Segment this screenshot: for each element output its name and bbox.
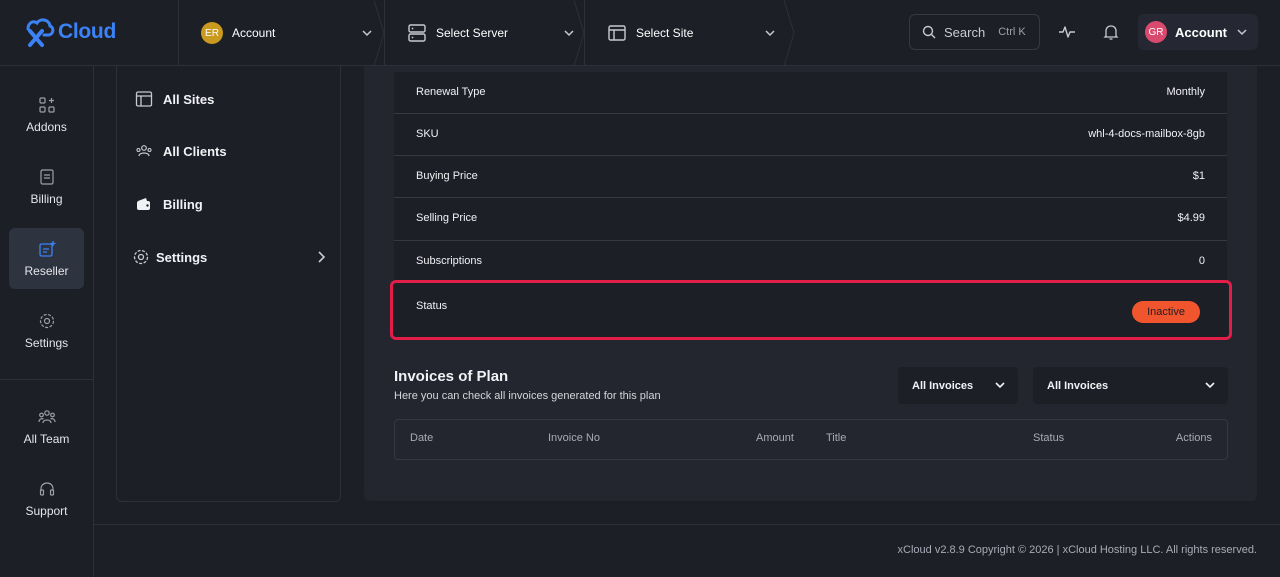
account-selector-label: Account (232, 26, 276, 40)
invoice-filter-select[interactable]: All Invoices (898, 367, 1018, 404)
select-value: All Invoices (1047, 379, 1109, 392)
user-avatar: GR (1145, 21, 1167, 43)
submenu-item-all-sites[interactable]: All Sites (135, 90, 214, 108)
submenu-label: Billing (163, 196, 203, 212)
rail-label: Reseller (24, 263, 69, 278)
rail-label: Support (25, 503, 68, 518)
detail-row-selling-price: Selling Price $4.99 (394, 198, 1227, 241)
select-value: All Invoices (912, 379, 974, 392)
activity-icon[interactable] (1057, 22, 1077, 42)
rail-label: All Team (23, 431, 70, 446)
rail-label: Addons (26, 119, 67, 134)
account-selector[interactable]: ER Account (178, 0, 385, 66)
detail-value: Monthly (1166, 86, 1205, 98)
detail-label: Renewal Type (416, 86, 486, 98)
rail-divider (0, 379, 94, 380)
copyright-text: xCloud v2.8.9 Copyright © 2026 | xCloud … (897, 544, 1257, 556)
rail-item-reseller[interactable]: Reseller (9, 228, 84, 289)
detail-row-subscriptions: Subscriptions 0 (394, 241, 1227, 283)
site-icon (608, 25, 626, 41)
submenu-label: All Sites (163, 91, 215, 107)
chevron-down-icon (362, 30, 372, 37)
submenu-label: All Clients (163, 143, 227, 159)
detail-value: $1 (1192, 170, 1205, 182)
detail-label: Status (416, 300, 448, 312)
detail-value: 0 (1198, 255, 1205, 267)
rail-item-settings[interactable]: Settings (9, 300, 84, 361)
footer: xCloud v2.8.9 Copyright © 2026 | xCloud … (94, 524, 1280, 577)
submenu-label: Settings (156, 249, 208, 265)
detail-row-buying-price: Buying Price $1 (394, 156, 1227, 198)
rail-item-support[interactable]: Support (9, 468, 84, 529)
rail-item-addons[interactable]: Addons (9, 84, 84, 145)
user-account-menu[interactable]: GR Account (1138, 14, 1258, 50)
billing-icon (39, 168, 54, 185)
rail-item-all-team[interactable]: All Team (9, 396, 84, 457)
rail-item-billing[interactable]: Billing (9, 156, 84, 217)
column-header: Date (410, 432, 434, 444)
server-selector[interactable]: Select Server (384, 0, 585, 66)
chevron-down-icon (1237, 29, 1247, 36)
detail-row-renewal-type: Renewal Type Monthly (394, 72, 1227, 114)
addons-icon (38, 96, 55, 113)
chevron-right-icon (318, 251, 326, 263)
detail-value: $4.99 (1177, 212, 1205, 224)
settings-icon (39, 313, 54, 328)
chevron-down-icon (765, 30, 775, 37)
column-header: Actions (1175, 432, 1212, 444)
detail-label: Selling Price (416, 212, 478, 224)
user-account-label: Account (1175, 24, 1227, 40)
submenu-item-settings[interactable]: Settings (132, 248, 328, 266)
invoices-table: Date Invoice No Amount Title Status Acti… (394, 419, 1228, 460)
column-header: Invoice No (548, 432, 600, 444)
logo-text: Cloud (58, 20, 116, 43)
detail-value: whl-4-docs-mailbox-8gb (1088, 128, 1205, 140)
reseller-icon (38, 240, 55, 257)
invoices-subtitle: Here you can check all invoices generate… (394, 390, 661, 402)
support-icon (39, 481, 54, 496)
server-selector-label: Select Server (436, 26, 509, 40)
account-avatar: ER (201, 22, 223, 44)
detail-row-status: Status Inactive (390, 280, 1232, 340)
reseller-submenu: All Sites All Clients Billing Settings (116, 66, 341, 502)
chevron-down-icon (1205, 382, 1215, 389)
search-shortcut: Ctrl K (998, 26, 1026, 38)
search-label: Search (944, 24, 986, 40)
detail-label: SKU (416, 128, 439, 140)
xcloud-logo-icon (26, 18, 55, 47)
team-icon (37, 409, 56, 423)
site-selector[interactable]: Select Site (584, 0, 795, 66)
chevron-down-icon (995, 382, 1005, 389)
invoices-title: Invoices of Plan (394, 368, 509, 385)
search-button[interactable]: Search Ctrl K (909, 14, 1040, 50)
segment-divider (784, 0, 795, 66)
gear-icon (133, 249, 149, 265)
detail-row-sku: SKU whl-4-docs-mailbox-8gb (394, 114, 1227, 156)
site-selector-label: Select Site (636, 26, 694, 40)
submenu-item-billing[interactable]: Billing (135, 195, 203, 213)
column-header: Status (1033, 432, 1065, 444)
left-rail: Addons Billing Reseller Settings All Tea… (0, 66, 94, 577)
search-icon (922, 25, 936, 39)
notification-bell-icon[interactable] (1101, 22, 1121, 42)
sites-icon (135, 91, 153, 107)
detail-label: Buying Price (416, 170, 478, 182)
column-header: Title (826, 432, 847, 444)
rail-label: Settings (24, 335, 69, 350)
clients-icon (136, 145, 152, 157)
rail-label: Billing (30, 191, 63, 206)
submenu-item-all-clients[interactable]: All Clients (135, 142, 227, 160)
server-icon (408, 24, 426, 42)
status-badge: Inactive (1132, 301, 1200, 323)
xcloud-logo[interactable]: Cloud (22, 12, 116, 52)
invoice-status-select[interactable]: All Invoices (1033, 367, 1228, 404)
column-header: Amount (756, 432, 794, 444)
detail-label: Subscriptions (416, 255, 483, 267)
top-bar: Cloud ER Account Select Server Select Si… (0, 0, 1280, 66)
wallet-icon (137, 198, 150, 210)
